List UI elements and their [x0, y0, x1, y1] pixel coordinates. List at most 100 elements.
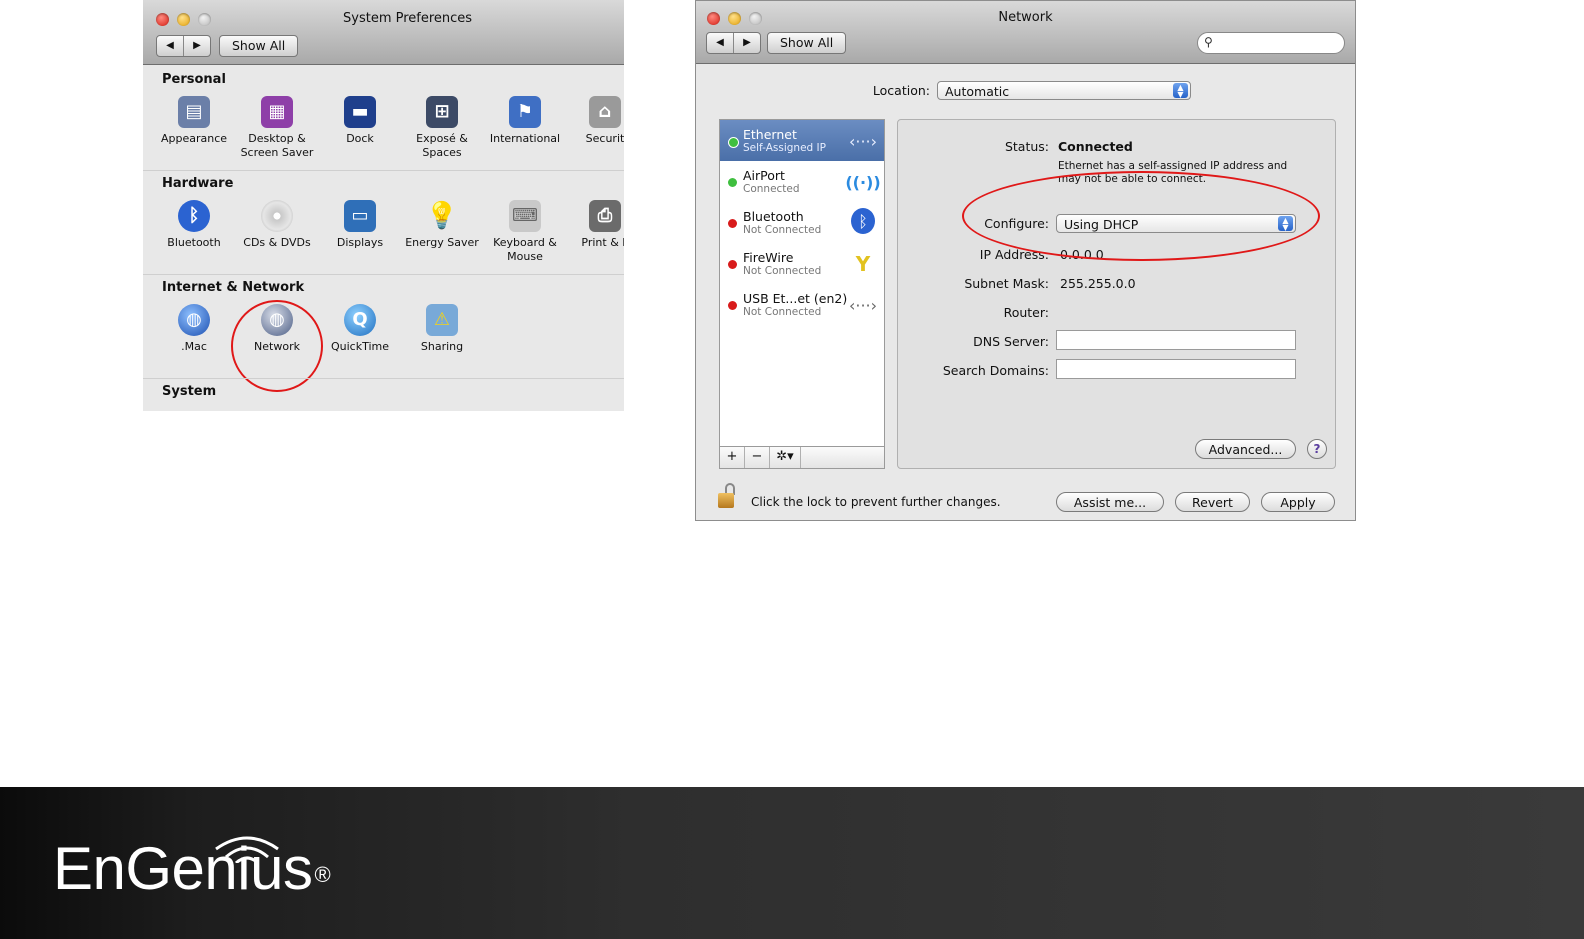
forward-button[interactable]: ▶: [183, 36, 210, 56]
displays-icon: ▭: [344, 200, 376, 232]
service-name: FireWire: [743, 250, 794, 265]
assist-me-button[interactable]: Assist me...: [1056, 492, 1164, 512]
location-label: Location:: [872, 83, 930, 98]
international-icon: ⚑: [509, 96, 541, 128]
dock-icon: ▬: [344, 96, 376, 128]
sharing-folder-icon: ⚠: [426, 304, 458, 336]
subnet-mask-value: 255.255.0.0: [1060, 276, 1136, 291]
pref-label: Sharing: [420, 340, 464, 353]
pref-label: CDs & DVDs: [243, 236, 311, 249]
pref-dock[interactable]: ▬ Dock: [320, 96, 400, 146]
airport-wifi-icon: ((·)): [845, 172, 881, 192]
service-status: Not Connected: [743, 265, 822, 277]
zoom-button[interactable]: [198, 13, 211, 26]
action-gear-button[interactable]: ✲▾: [770, 447, 801, 468]
show-all-button[interactable]: Show All: [219, 35, 299, 57]
back-button[interactable]: ◀: [157, 36, 183, 56]
pref-appearance[interactable]: ▤ Appearance: [154, 96, 234, 146]
search-domains-field[interactable]: [1056, 359, 1296, 379]
network-window: Network ◀ ▶ Show All ⚲ Location: Automat…: [695, 0, 1356, 521]
search-domains-label: Search Domains:: [942, 363, 1049, 378]
desktop-icon: ▦: [261, 96, 293, 128]
section-divider: [143, 378, 624, 379]
pref-keyboard-mouse[interactable]: ⌨ Keyboard & Mouse: [485, 200, 565, 264]
usb-ethernet-icon: ‹···›: [848, 295, 878, 315]
show-all-button[interactable]: Show All: [767, 32, 847, 54]
service-airport[interactable]: AirPort Connected ((·)): [720, 161, 884, 202]
pref-international[interactable]: ⚑ International: [485, 96, 565, 146]
status-label: Status:: [1004, 139, 1049, 154]
status-dot-red: [728, 301, 737, 310]
dns-server-field[interactable]: [1056, 330, 1296, 350]
service-name: Ethernet: [743, 127, 797, 142]
service-usb-ethernet[interactable]: USB Et...et (en2) Not Connected ‹···›: [720, 284, 884, 325]
section-title-internet-network: Internet & Network: [162, 280, 305, 295]
router-label: Router:: [1003, 305, 1049, 320]
remove-service-button[interactable]: −: [745, 447, 770, 468]
pref-sharing[interactable]: ⚠ Sharing: [402, 304, 482, 354]
pref-label: Energy Saver: [405, 236, 479, 249]
expose-icon: ⊞: [426, 96, 458, 128]
section-title-personal: Personal: [162, 72, 226, 87]
dns-server-label: DNS Server:: [973, 334, 1049, 349]
wifi-signal-icon: [215, 836, 279, 863]
service-name: AirPort: [743, 168, 785, 183]
service-bluetooth[interactable]: Bluetooth Not Connected ᛒ: [720, 202, 884, 243]
section-title-hardware: Hardware: [162, 176, 234, 191]
pref-security[interactable]: ⌂ Securit: [565, 96, 624, 146]
pref-bluetooth[interactable]: ᛒ Bluetooth: [154, 200, 234, 250]
cd-icon: [261, 200, 293, 232]
back-forward-buttons: ◀ ▶: [156, 35, 211, 57]
back-button[interactable]: ◀: [707, 33, 733, 53]
section-title-system: System: [162, 384, 217, 399]
status-value: Connected: [1058, 139, 1133, 154]
pref-cds-dvds[interactable]: CDs & DVDs: [237, 200, 317, 250]
close-button[interactable]: [156, 13, 169, 26]
system-preferences-window: System Preferences ◀ ▶ Show All Personal…: [143, 0, 624, 411]
firewire-icon: Y: [855, 252, 871, 276]
pref-quicktime[interactable]: Q QuickTime: [320, 304, 400, 354]
help-button[interactable]: ?: [1307, 439, 1327, 459]
pref-label: Dock: [346, 132, 374, 145]
search-input[interactable]: ⚲: [1197, 32, 1345, 54]
pref-label: .Mac: [181, 340, 207, 353]
status-dot-red: [728, 260, 737, 269]
pref-energy-saver[interactable]: 💡 Energy Saver: [402, 200, 482, 250]
pref-label: Displays: [336, 236, 384, 249]
location-popup[interactable]: Automatic ▲ ▼: [937, 81, 1191, 100]
status-dot-green: [728, 178, 737, 187]
highlight-circle-configure: [962, 171, 1320, 261]
forward-button[interactable]: ▶: [733, 33, 760, 53]
mac-globe-icon: ◍: [178, 304, 210, 336]
pref-label: Appearance: [160, 132, 228, 145]
service-firewire[interactable]: FireWire Not Connected Y: [720, 243, 884, 284]
revert-button[interactable]: Revert: [1175, 492, 1250, 512]
lock-icon[interactable]: [718, 483, 738, 509]
bluetooth-icon: ᛒ: [851, 208, 875, 234]
service-name: Bluetooth: [743, 209, 804, 224]
pref-print-fax[interactable]: ⎙ Print & F: [565, 200, 624, 250]
pref-expose-spaces[interactable]: ⊞ Exposé & Spaces: [402, 96, 482, 160]
search-icon: ⚲: [1204, 35, 1213, 49]
window-title: System Preferences: [343, 11, 473, 26]
subnet-mask-label: Subnet Mask:: [964, 276, 1049, 291]
pref-displays[interactable]: ▭ Displays: [320, 200, 400, 250]
service-status: Self-Assigned IP: [743, 142, 826, 154]
pref-label: QuickTime: [330, 340, 390, 353]
advanced-button[interactable]: Advanced...: [1195, 439, 1296, 459]
minimize-button[interactable]: [177, 13, 190, 26]
pref-desktop-screen-saver[interactable]: ▦ Desktop & Screen Saver: [237, 96, 317, 160]
pref-label: Exposé & Spaces: [416, 132, 468, 159]
service-status: Not Connected: [743, 224, 822, 236]
pref-label: International: [489, 132, 561, 145]
apply-button[interactable]: Apply: [1261, 492, 1335, 512]
sysprefs-titlebar: System Preferences ◀ ▶ Show All: [143, 0, 624, 65]
service-name: USB Et...et (en2): [743, 291, 848, 306]
service-ethernet[interactable]: Ethernet Self-Assigned IP ‹···›: [720, 120, 884, 161]
engenius-logo: EnGenius®: [53, 839, 331, 899]
service-list: Ethernet Self-Assigned IP ‹···› AirPort …: [719, 119, 885, 469]
keyboard-icon: ⌨: [509, 200, 541, 232]
pref-dotmac[interactable]: ◍ .Mac: [154, 304, 234, 354]
add-service-button[interactable]: +: [720, 447, 745, 468]
location-value: Automatic: [945, 84, 1010, 99]
